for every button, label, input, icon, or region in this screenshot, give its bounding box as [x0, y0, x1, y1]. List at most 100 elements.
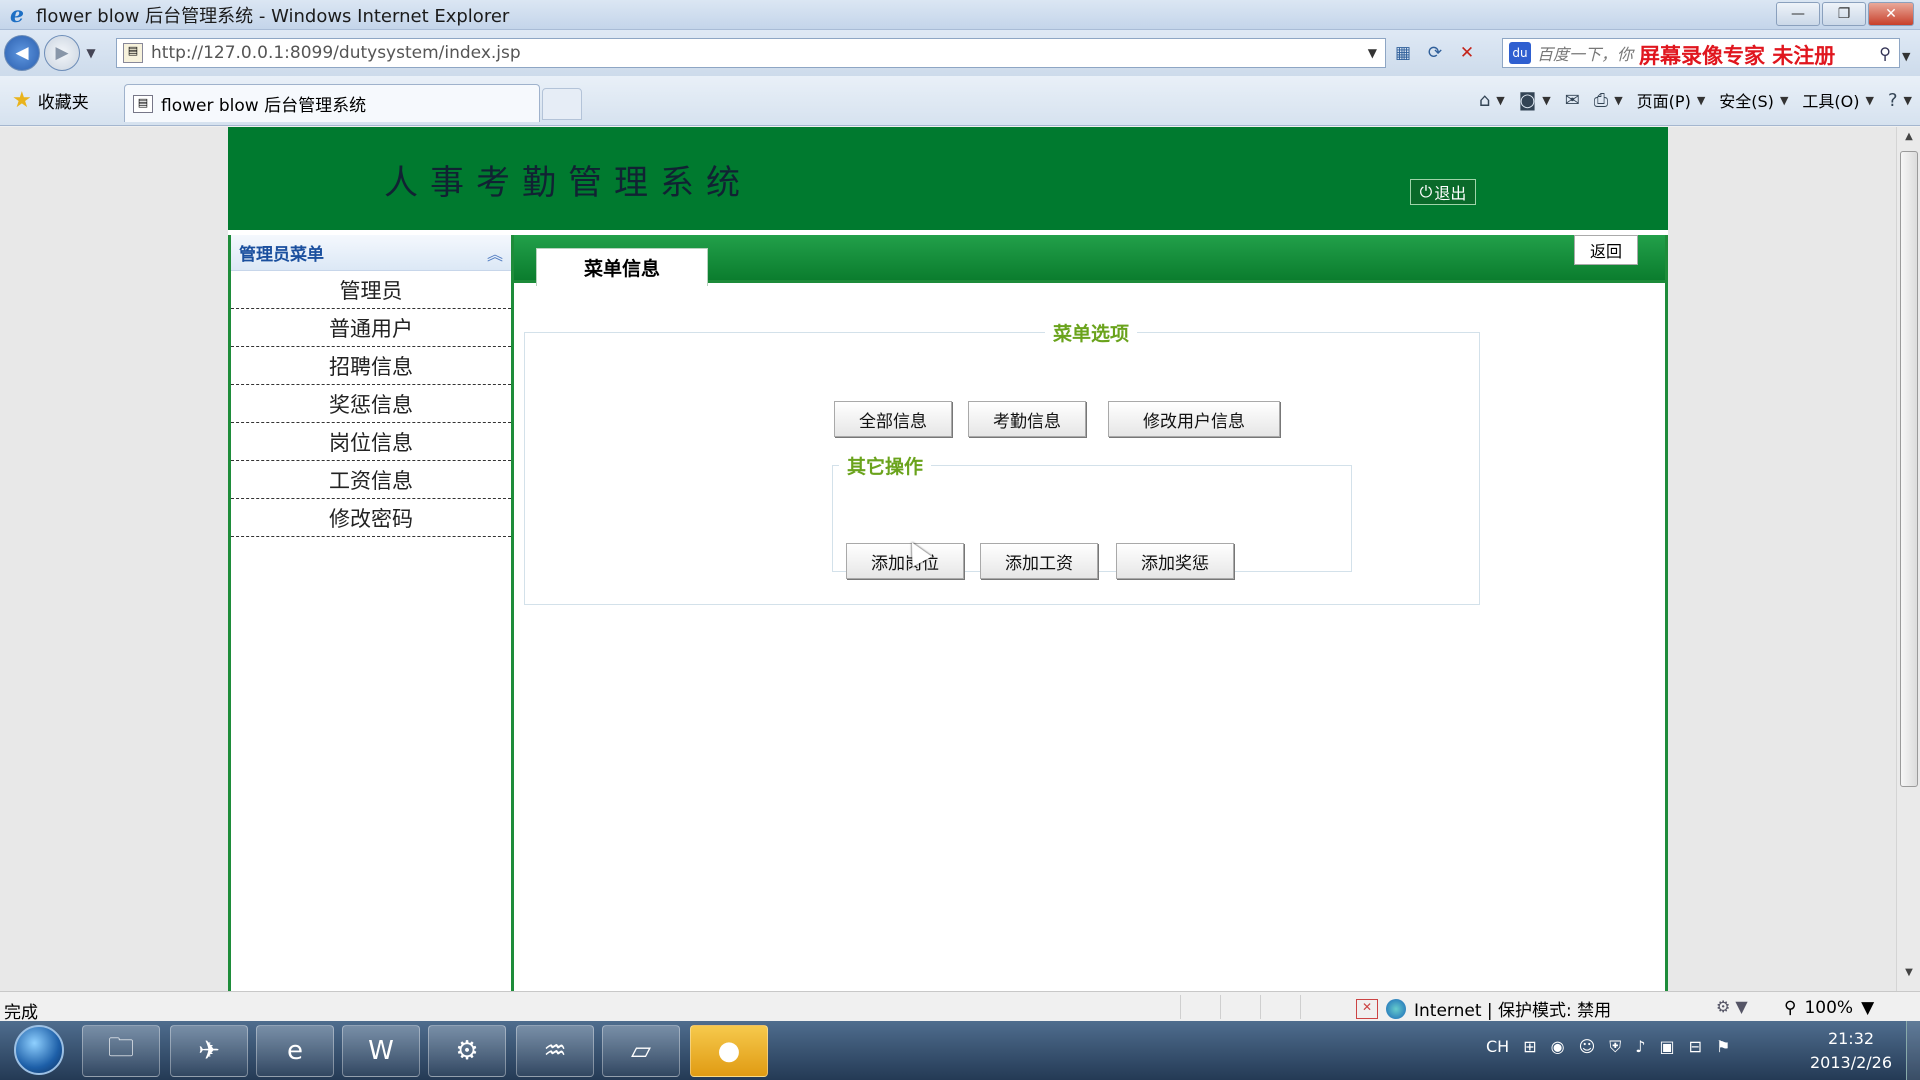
zoom-level: 100%: [1804, 998, 1854, 1018]
help-icon[interactable]: ?: [1888, 90, 1898, 111]
favorites-label: 收藏夹: [37, 93, 89, 113]
search-dropdown-icon[interactable]: ▼: [1902, 50, 1910, 63]
mail-icon[interactable]: ✉: [1565, 90, 1580, 111]
add-salary-button[interactable]: 添加工资: [980, 543, 1098, 579]
back-button[interactable]: 返回: [1574, 235, 1638, 265]
ie-task-icon[interactable]: e: [256, 1025, 334, 1077]
scroll-up-icon[interactable]: ▲: [1897, 131, 1920, 151]
feige-task-icon[interactable]: ✈: [170, 1025, 248, 1077]
system-tray: CH ⊞ ◉ ☺ ⛨ ♪ ▣ ⊟ ⚑: [1486, 1037, 1730, 1057]
restore-button[interactable]: ❐: [1822, 2, 1866, 26]
refresh-icon[interactable]: ⟳: [1422, 40, 1448, 66]
edit-user-info-button[interactable]: 修改用户信息: [1108, 401, 1280, 437]
web-page: 人事考勤管理系统 ⏻ 退出 管理员菜单 ︽ 管理员 普通用户 招聘信息 奖惩信息…: [228, 127, 1668, 991]
sidebar-item-admin[interactable]: 管理员: [231, 271, 511, 309]
browser-tab[interactable]: ▤ flower blow 后台管理系统: [124, 84, 540, 122]
safety-menu[interactable]: 安全(S): [1719, 88, 1774, 112]
mysql-task-icon[interactable]: ♒: [516, 1025, 594, 1077]
command-bar: ⌂ ▼ ◙ ▼ ✉ ⎙ ▼ 页面(P) ▼ 安全(S) ▼ 工具(O) ▼ ? ▼: [1479, 88, 1912, 112]
action-center-flag-icon[interactable]: ⚑: [1716, 1037, 1730, 1057]
add-reward-button[interactable]: 添加奖惩: [1116, 543, 1234, 579]
sidebar-item-users[interactable]: 普通用户: [231, 309, 511, 347]
java-ide-task-icon[interactable]: ⚙: [428, 1025, 506, 1077]
page-banner: 人事考勤管理系统 ⏻ 退出: [228, 127, 1668, 230]
taskbar-clock[interactable]: 21:32 2013/2/26: [1806, 1027, 1896, 1075]
qq-icon[interactable]: ☺: [1579, 1037, 1596, 1057]
back-icon[interactable]: ◀: [4, 35, 40, 71]
sidebar-item-recruitment[interactable]: 招聘信息: [231, 347, 511, 385]
search-input[interactable]: du 百度一下，你 屏幕录像专家 未注册 ⚲: [1502, 38, 1900, 68]
attendance-info-button[interactable]: 考勤信息: [968, 401, 1086, 437]
scrollbar-thumb[interactable]: [1900, 151, 1918, 787]
popup-blocked-icon[interactable]: ✕: [1356, 998, 1378, 1019]
security-zone[interactable]: ✕ Internet | 保护模式: 禁用: [1356, 996, 1611, 1021]
tools-menu[interactable]: 工具(O): [1802, 88, 1859, 112]
vertical-scrollbar[interactable]: ▲ ▼: [1896, 127, 1920, 991]
logout-label: 退出: [1434, 184, 1467, 203]
recorder-watermark: 屏幕录像专家 未注册: [1639, 44, 1836, 68]
browser-viewport: 人事考勤管理系统 ⏻ 退出 管理员菜单 ︽ 管理员 普通用户 招聘信息 奖惩信息…: [0, 127, 1896, 991]
favorites-bar: ★ 收藏夹 ▤ flower blow 后台管理系统 ⌂ ▼ ◙ ▼ ✉ ⎙ ▼ 页面…: [0, 76, 1920, 126]
print-icon[interactable]: ⎙: [1594, 90, 1608, 111]
network-icon[interactable]: ⊟: [1689, 1037, 1702, 1057]
menu-options-legend: 菜单选项: [1053, 323, 1130, 345]
history-dropdown-icon[interactable]: ▼: [80, 46, 102, 60]
search-icon[interactable]: ⚲: [1879, 44, 1891, 63]
tab-title: flower blow 后台管理系统: [161, 96, 367, 116]
status-bar: 完成 ✕ Internet | 保护模式: 禁用 ⚙ ▼ ⚲ 100% ▼: [0, 991, 1920, 1023]
network-app-icon[interactable]: ◉: [1551, 1037, 1565, 1057]
url-text[interactable]: http://127.0.0.1:8099/dutysystem/index.j…: [151, 43, 521, 63]
page-icon: ▤: [123, 43, 143, 63]
help-dropdown-icon[interactable]: ▼: [1904, 94, 1912, 107]
sidebar-item-rewards[interactable]: 奖惩信息: [231, 385, 511, 423]
new-tab-button[interactable]: [542, 88, 582, 120]
tab-menu-info[interactable]: 菜单信息: [536, 248, 708, 286]
notepad-task-icon[interactable]: ▱: [602, 1025, 680, 1077]
show-desktop-button[interactable]: [1906, 1021, 1920, 1080]
feeds-dropdown-icon[interactable]: ▼: [1542, 94, 1550, 107]
page-menu-dropdown-icon[interactable]: ▼: [1697, 94, 1705, 107]
feeds-icon[interactable]: ◙: [1519, 90, 1536, 111]
sidebar-header[interactable]: 管理员菜单 ︽: [231, 235, 511, 271]
sidebar-title: 管理员菜单: [239, 245, 324, 265]
address-toolbar: ◀ ▶ ▼ ▤ http://127.0.0.1:8099/dutysystem…: [0, 30, 1920, 76]
sidebar-item-change-password[interactable]: 修改密码: [231, 499, 511, 537]
collapse-icon[interactable]: ︽: [487, 241, 503, 265]
scroll-down-icon[interactable]: ▼: [1897, 967, 1920, 987]
volume-icon[interactable]: ♪: [1635, 1037, 1645, 1057]
protected-mode-icon[interactable]: ⚙ ▼: [1716, 997, 1748, 1016]
favorites-button[interactable]: ★ 收藏夹: [12, 88, 89, 113]
minimize-button[interactable]: —: [1776, 2, 1820, 26]
logout-button[interactable]: ⏻ 退出: [1410, 179, 1476, 205]
tools-menu-dropdown-icon[interactable]: ▼: [1866, 94, 1874, 107]
sidebar-item-positions[interactable]: 岗位信息: [231, 423, 511, 461]
sidebar-item-salary[interactable]: 工资信息: [231, 461, 511, 499]
windows-taskbar: 🗀 ✈ e W ⚙ ♒ ▱ ● CH ⊞ ◉ ☺ ⛨ ♪ ▣ ⊟ ⚑ 21:32…: [0, 1021, 1920, 1080]
window-title: flower blow 后台管理系统 - Windows Internet Ex…: [36, 5, 510, 27]
all-info-button[interactable]: 全部信息: [834, 401, 952, 437]
star-icon: ★: [12, 88, 32, 113]
close-button[interactable]: ✕: [1868, 2, 1914, 26]
security-shield-icon[interactable]: ⛨: [1609, 1037, 1621, 1057]
compatibility-view-icon[interactable]: ▦: [1390, 40, 1416, 66]
ime-icon[interactable]: ⊞: [1523, 1037, 1536, 1057]
address-input[interactable]: ▤ http://127.0.0.1:8099/dutysystem/index…: [116, 38, 1386, 68]
recorder-task-icon[interactable]: ●: [690, 1025, 768, 1077]
home-icon[interactable]: ⌂: [1479, 90, 1490, 111]
device-icon[interactable]: ▣: [1660, 1037, 1675, 1057]
zoom-control[interactable]: ⚲ 100% ▼: [1784, 998, 1874, 1018]
start-button[interactable]: [14, 1025, 64, 1075]
safety-menu-dropdown-icon[interactable]: ▼: [1780, 94, 1788, 107]
print-dropdown-icon[interactable]: ▼: [1614, 94, 1622, 107]
address-dropdown-icon[interactable]: ▼: [1368, 46, 1377, 60]
home-dropdown-icon[interactable]: ▼: [1496, 94, 1504, 107]
clock-time: 21:32: [1827, 1029, 1875, 1048]
word-task-icon[interactable]: W: [342, 1025, 420, 1077]
status-divider: [1260, 995, 1261, 1019]
page-menu[interactable]: 页面(P): [1637, 88, 1691, 112]
zoom-dropdown-icon[interactable]: ▼: [1861, 998, 1874, 1018]
forward-icon[interactable]: ▶: [44, 35, 80, 71]
explorer-task-icon[interactable]: 🗀: [82, 1025, 160, 1077]
stop-icon[interactable]: ✕: [1454, 40, 1480, 66]
language-indicator[interactable]: CH: [1486, 1037, 1509, 1057]
